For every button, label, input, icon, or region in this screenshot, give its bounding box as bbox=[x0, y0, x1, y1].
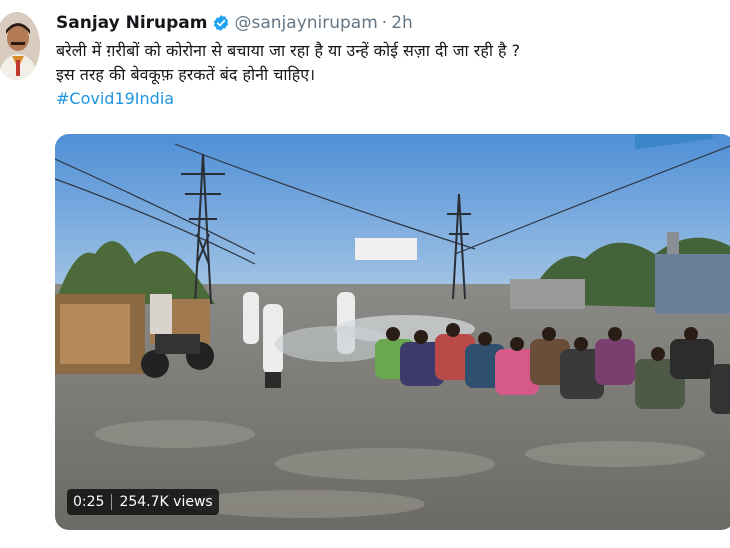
video-player[interactable] bbox=[55, 134, 730, 530]
overlay-divider bbox=[111, 494, 113, 510]
verified-badge-icon bbox=[212, 14, 230, 32]
tweet-header: Sanjay Nirupam @sanjaynirupam · 2h bbox=[56, 12, 413, 34]
video-stats-overlay: 0:25 254.7K views bbox=[67, 489, 219, 515]
video-view-count: 254.7K views bbox=[119, 494, 213, 510]
tweet-text-line-1: बरेली में ग़रीबों को कोरोना से बचाया जा … bbox=[56, 41, 521, 60]
tweet-text-line-2: इस तरह की बेवकूफ़ हरकतें बंद होनी चाहिए। bbox=[56, 65, 316, 84]
tweet-timestamp[interactable]: 2h bbox=[391, 12, 413, 34]
header-separator: · bbox=[381, 13, 388, 33]
video-duration: 0:25 bbox=[73, 494, 105, 510]
profile-photo bbox=[0, 12, 40, 80]
author-handle[interactable]: @sanjaynirupam bbox=[235, 12, 378, 34]
avatar[interactable] bbox=[0, 12, 40, 80]
hashtag-link[interactable]: #Covid19India bbox=[56, 87, 726, 111]
author-name[interactable]: Sanjay Nirupam bbox=[56, 12, 208, 34]
tweet-text: बरेली में ग़रीबों को कोरोना से बचाया जा … bbox=[56, 39, 726, 111]
video-thumbnail bbox=[55, 134, 730, 530]
